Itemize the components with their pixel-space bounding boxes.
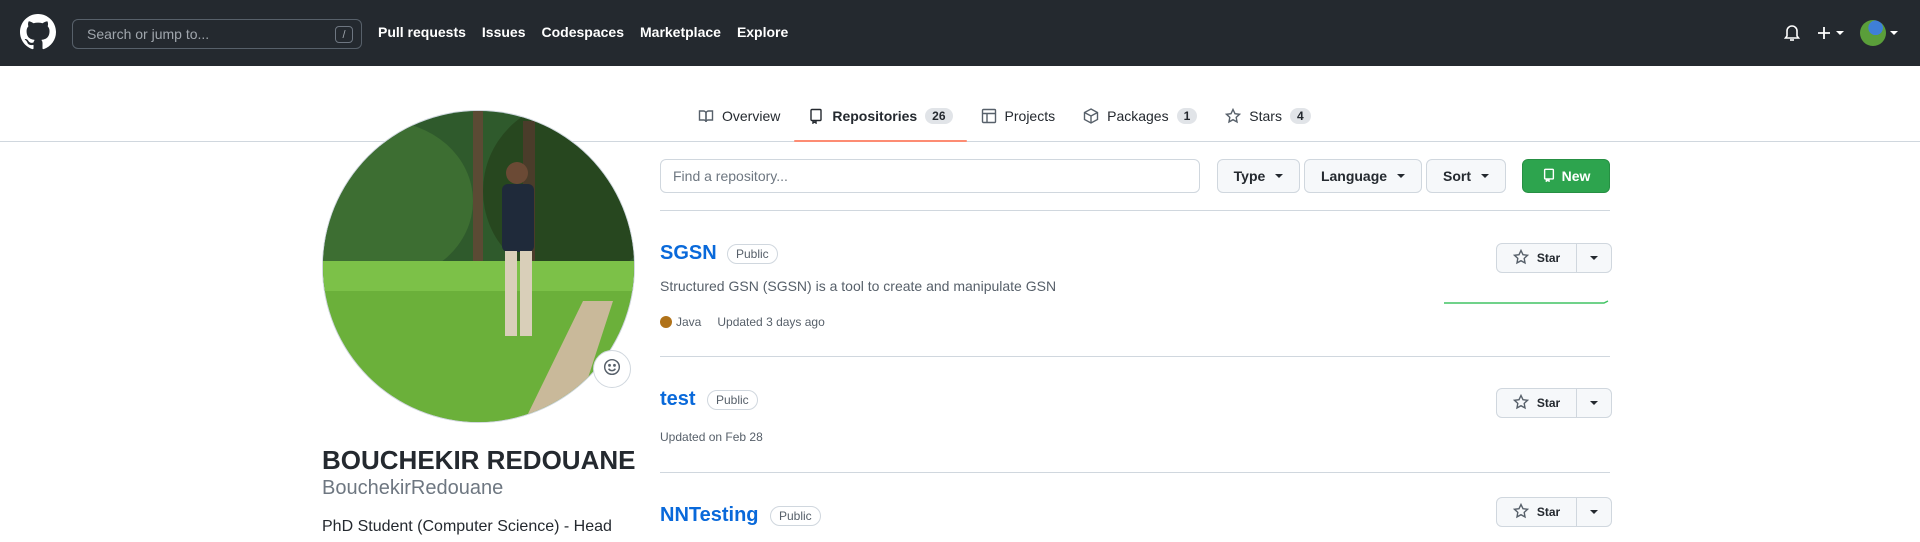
type-filter-label: Type bbox=[1233, 168, 1266, 184]
smiley-icon bbox=[603, 358, 621, 381]
chevron-down-icon bbox=[1590, 256, 1598, 260]
tab-label: Packages bbox=[1107, 108, 1169, 124]
repo-link-test[interactable]: test bbox=[660, 388, 696, 411]
nav-pull-requests[interactable]: Pull requests bbox=[378, 24, 466, 40]
global-search[interactable]: / bbox=[72, 19, 362, 49]
tab-label: Overview bbox=[722, 108, 781, 124]
visibility-badge: Public bbox=[707, 390, 758, 410]
star-icon bbox=[1512, 393, 1529, 413]
repo-count-badge: 26 bbox=[925, 108, 953, 124]
user-menu[interactable] bbox=[1860, 20, 1898, 46]
activity-sparkline bbox=[1444, 300, 1609, 304]
github-logo-icon[interactable] bbox=[20, 14, 56, 50]
new-repository-button[interactable]: New bbox=[1522, 159, 1610, 193]
star-button[interactable]: Star bbox=[1497, 498, 1577, 526]
divider bbox=[660, 356, 1610, 357]
chevron-down-icon bbox=[1836, 31, 1844, 35]
book-icon bbox=[698, 108, 714, 124]
star-button[interactable]: Star bbox=[1497, 244, 1577, 272]
divider bbox=[660, 472, 1610, 473]
chevron-down-icon bbox=[1481, 174, 1489, 178]
tab-label: Repositories bbox=[832, 108, 918, 124]
star-label: Star bbox=[1536, 505, 1561, 519]
nav-issues[interactable]: Issues bbox=[482, 24, 526, 40]
avatar bbox=[1860, 20, 1886, 46]
tab-stars[interactable]: Stars 4 bbox=[1211, 108, 1324, 140]
repo-updated: Updated 3 days ago bbox=[717, 315, 825, 329]
find-repository-input[interactable] bbox=[660, 159, 1200, 193]
stars-count-badge: 4 bbox=[1289, 108, 1311, 124]
nav-explore[interactable]: Explore bbox=[737, 24, 788, 40]
repo-updated: Updated on Feb 28 bbox=[660, 430, 763, 444]
tab-projects[interactable]: Projects bbox=[967, 108, 1070, 140]
profile-username: BouchekirRedouane bbox=[322, 477, 504, 499]
star-icon bbox=[1512, 248, 1529, 268]
repo-meta: Java Updated 3 days ago bbox=[660, 315, 825, 329]
nav-codespaces[interactable]: Codespaces bbox=[542, 24, 624, 40]
repo-link-nntesting[interactable]: NNTesting bbox=[660, 504, 759, 527]
language-filter-label: Language bbox=[1320, 168, 1388, 184]
chevron-down-icon bbox=[1590, 401, 1598, 405]
global-header: / Pull requests Issues Codespaces Market… bbox=[0, 0, 1920, 66]
chevron-down-icon bbox=[1890, 31, 1898, 35]
plus-icon bbox=[1816, 25, 1832, 41]
tab-label: Projects bbox=[1004, 108, 1056, 124]
tab-label: Stars bbox=[1249, 108, 1282, 124]
tab-packages[interactable]: Packages 1 bbox=[1069, 108, 1211, 140]
set-status-button[interactable] bbox=[593, 350, 631, 388]
repo-language: Java bbox=[660, 315, 701, 329]
star-label: Star bbox=[1536, 396, 1561, 410]
repo-icon bbox=[1542, 168, 1556, 185]
global-nav: Pull requests Issues Codespaces Marketpl… bbox=[378, 24, 788, 40]
star-label: Star bbox=[1536, 251, 1561, 265]
nav-marketplace[interactable]: Marketplace bbox=[640, 24, 721, 40]
chevron-down-icon bbox=[1397, 174, 1406, 178]
repo-meta: Updated on Feb 28 bbox=[660, 430, 763, 444]
new-button-label: New bbox=[1561, 168, 1591, 184]
star-button-group: Star bbox=[1496, 243, 1612, 273]
star-button-group: Star bbox=[1496, 388, 1612, 418]
create-new-menu[interactable] bbox=[1816, 25, 1844, 41]
star-icon bbox=[1512, 502, 1529, 522]
chevron-down-icon bbox=[1590, 510, 1598, 514]
profile-bio: PhD Student (Computer Science) - Head bbox=[322, 518, 612, 535]
repo-icon bbox=[808, 108, 824, 124]
tab-repositories[interactable]: Repositories 26 bbox=[794, 108, 967, 142]
repo-description: Structured GSN (SGSN) is a tool to creat… bbox=[660, 278, 1057, 294]
language-color-dot bbox=[660, 316, 672, 328]
sort-label: Sort bbox=[1443, 168, 1471, 184]
header-actions bbox=[1784, 20, 1898, 46]
search-input[interactable] bbox=[87, 26, 327, 42]
language-label: Java bbox=[676, 315, 702, 329]
divider bbox=[660, 210, 1610, 211]
star-list-dropdown[interactable] bbox=[1577, 498, 1611, 526]
star-button[interactable]: Star bbox=[1497, 389, 1577, 417]
bell-icon[interactable] bbox=[1784, 24, 1800, 42]
profile-photo[interactable] bbox=[322, 110, 635, 423]
visibility-badge: Public bbox=[770, 506, 821, 526]
profile-tabs: Overview Repositories 26 Projects Packag… bbox=[684, 108, 1325, 142]
sort-button[interactable]: Sort bbox=[1426, 159, 1506, 193]
repo-link-sgsn[interactable]: SGSN bbox=[660, 242, 717, 265]
visibility-badge: Public bbox=[727, 244, 778, 264]
star-icon bbox=[1225, 108, 1242, 124]
star-list-dropdown[interactable] bbox=[1577, 244, 1611, 272]
type-filter-button[interactable]: Type bbox=[1217, 159, 1300, 193]
package-count-badge: 1 bbox=[1176, 108, 1198, 124]
star-list-dropdown[interactable] bbox=[1577, 389, 1611, 417]
star-button-group: Star bbox=[1496, 497, 1612, 527]
profile-fullname: BOUCHEKIR REDOUANE bbox=[322, 445, 636, 475]
language-filter-button[interactable]: Language bbox=[1304, 159, 1422, 193]
search-shortcut-hint: / bbox=[335, 26, 353, 43]
table-icon bbox=[981, 108, 997, 124]
tab-overview[interactable]: Overview bbox=[684, 108, 794, 140]
package-icon bbox=[1083, 108, 1099, 124]
chevron-down-icon bbox=[1275, 174, 1284, 178]
profile-tabs-bar: Overview Repositories 26 Projects Packag… bbox=[0, 66, 1920, 142]
